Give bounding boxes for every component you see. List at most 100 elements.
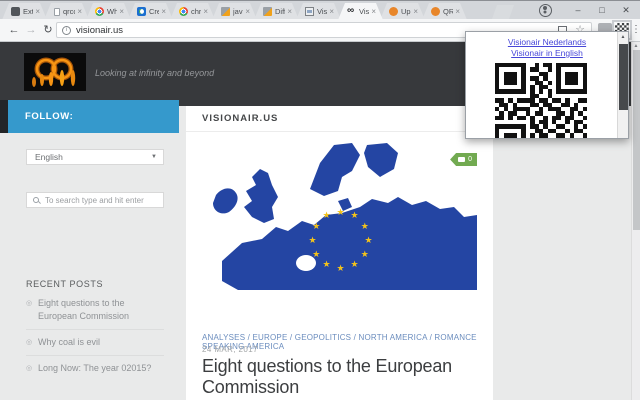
chrome-icon <box>179 7 188 16</box>
tab-close-icon[interactable]: × <box>329 7 334 16</box>
eu-star-icon: ★ <box>350 258 359 269</box>
scrollbar-up-icon[interactable]: ▲ <box>632 42 640 50</box>
tab-strip: Extens×qrcod×What×Creati×chron×javasc×Di… <box>0 0 640 19</box>
pencil-icon <box>263 7 272 16</box>
browser-window: Extens×qrcod×What×Creati×chron×javasc×Di… <box>0 0 640 400</box>
tab-close-icon[interactable]: × <box>203 7 208 16</box>
tab-label: chron <box>191 7 202 16</box>
post-featured-image[interactable]: 0 ★ ★ ★ ★ ★ ★ ★ ★ ★ ★ ★ ★ <box>202 143 477 290</box>
follow-bar: FOLLOW: <box>8 100 179 133</box>
eu-star-icon: ★ <box>360 220 369 231</box>
eu-star-icon: ★ <box>312 220 321 231</box>
post-date: 24 MAR, 2017 <box>202 345 258 354</box>
recent-post-link[interactable]: ◎ Why coal is evil <box>26 330 164 356</box>
recent-posts-heading: RECENT POSTS <box>26 279 104 289</box>
tab[interactable]: Vision× <box>296 3 341 20</box>
recent-post-text: Eight questions to the European Commissi… <box>38 298 130 321</box>
tab[interactable]: Differ× <box>254 3 299 20</box>
tab-close-icon[interactable]: × <box>287 7 292 16</box>
tab-label: Differ <box>275 7 285 16</box>
back-button[interactable]: ← <box>6 22 22 38</box>
minimize-button[interactable]: – <box>566 2 590 18</box>
post-title[interactable]: Eight questions to the European Commissi… <box>202 356 494 398</box>
tab-label: QR UI <box>443 7 454 16</box>
document-icon <box>54 8 60 16</box>
bullet-icon: ◎ <box>26 365 33 372</box>
popup-scrollbar-up-icon[interactable]: ▲ <box>618 32 628 42</box>
browser-menu-icon[interactable]: ⋮ <box>631 22 640 38</box>
language-select[interactable]: English ▼ <box>26 149 164 165</box>
tab-close-icon[interactable]: × <box>245 7 250 16</box>
tab[interactable]: Uploa× <box>380 3 425 20</box>
comment-bubble-icon <box>458 157 466 162</box>
tab-label: Vision <box>359 7 370 16</box>
bullet-icon: ◎ <box>26 300 33 307</box>
site-logo[interactable] <box>24 53 86 91</box>
blue-app-icon <box>137 7 146 16</box>
tab-close-icon[interactable]: × <box>371 7 376 16</box>
tab-close-icon[interactable]: × <box>119 7 124 16</box>
tab[interactable]: javasc× <box>212 3 257 20</box>
follow-label: FOLLOW: <box>25 111 74 122</box>
tab[interactable]: Creati× <box>128 3 173 20</box>
forward-button[interactable]: → <box>23 22 39 38</box>
profile-icon[interactable] <box>539 3 552 17</box>
tab-close-icon[interactable]: × <box>35 7 40 16</box>
tab-label: Creati <box>149 7 160 16</box>
search-icon <box>33 197 39 203</box>
scrollbar-thumb[interactable] <box>633 50 640 230</box>
tab[interactable]: What× <box>86 3 131 20</box>
site-tagline: Looking at infinity and beyond <box>95 68 215 78</box>
close-button[interactable]: ✕ <box>614 2 638 18</box>
eu-star-icon: ★ <box>364 234 373 245</box>
recent-post-text: Why coal is evil <box>38 337 101 347</box>
orange-dot-icon <box>389 7 398 16</box>
tab[interactable]: qrcod× <box>44 3 89 20</box>
qr-extension-popup: Visionair Nederlands Visionair in English… <box>465 31 629 139</box>
recent-post-text: Long Now: The year 02015? <box>38 363 152 373</box>
tab[interactable]: Extens× <box>2 3 47 20</box>
recent-posts-list: ◎ Eight questions to the European Commiss… <box>26 291 164 381</box>
tab-close-icon[interactable]: × <box>455 7 460 16</box>
tab[interactable]: QR UI× <box>422 3 467 20</box>
new-tab-button[interactable] <box>492 5 514 19</box>
popup-link[interactable]: Visionair Nederlands <box>466 37 628 48</box>
page-info-icon[interactable]: i <box>62 25 71 35</box>
popup-scrollbar-thumb[interactable] <box>619 44 628 110</box>
tab-label: javasc <box>233 7 243 16</box>
eu-star-icon: ★ <box>350 210 359 221</box>
maximize-button[interactable]: □ <box>590 2 614 18</box>
page-scrollbar[interactable]: ▲ <box>631 42 640 400</box>
refresh-button[interactable]: ↻ <box>40 22 56 38</box>
tab-close-icon[interactable]: × <box>413 7 418 16</box>
eu-star-icon: ★ <box>336 206 345 217</box>
tab[interactable]: chron× <box>170 3 215 20</box>
infinity-icon <box>347 7 356 16</box>
tab-label: Vision <box>317 7 328 16</box>
site-title: VISIONAIR.US <box>186 106 493 132</box>
qr-code <box>495 63 588 138</box>
eu-star-icon: ★ <box>336 262 345 273</box>
extension-puzzle-icon <box>11 7 20 16</box>
recent-post-link[interactable]: ◎ Long Now: The year 02015? <box>26 356 164 381</box>
popup-link[interactable]: Visionair in English <box>466 48 628 59</box>
header-left-strip <box>0 100 8 133</box>
tab-close-icon[interactable]: × <box>77 7 82 16</box>
bullet-icon: ◎ <box>26 339 33 346</box>
screenshot-icon <box>305 7 314 16</box>
tab-label: qrcod <box>63 7 74 16</box>
eu-star-icon: ★ <box>322 210 331 221</box>
popup-links: Visionair Nederlands Visionair in English <box>466 37 628 59</box>
tab-label: What <box>107 7 118 16</box>
tab[interactable]: Vision× <box>338 3 383 20</box>
eu-star-icon: ★ <box>312 248 321 259</box>
search-input[interactable] <box>43 194 163 206</box>
tab-label: Uploa <box>401 7 411 16</box>
search-box[interactable] <box>26 192 164 208</box>
popup-scrollbar[interactable]: ▲ <box>617 32 628 138</box>
window-controls: – □ ✕ <box>539 1 638 19</box>
chrome-icon <box>95 7 104 16</box>
recent-post-link[interactable]: ◎ Eight questions to the European Commiss… <box>26 291 164 330</box>
language-selected-value: English <box>35 152 63 162</box>
tab-close-icon[interactable]: × <box>161 7 166 16</box>
